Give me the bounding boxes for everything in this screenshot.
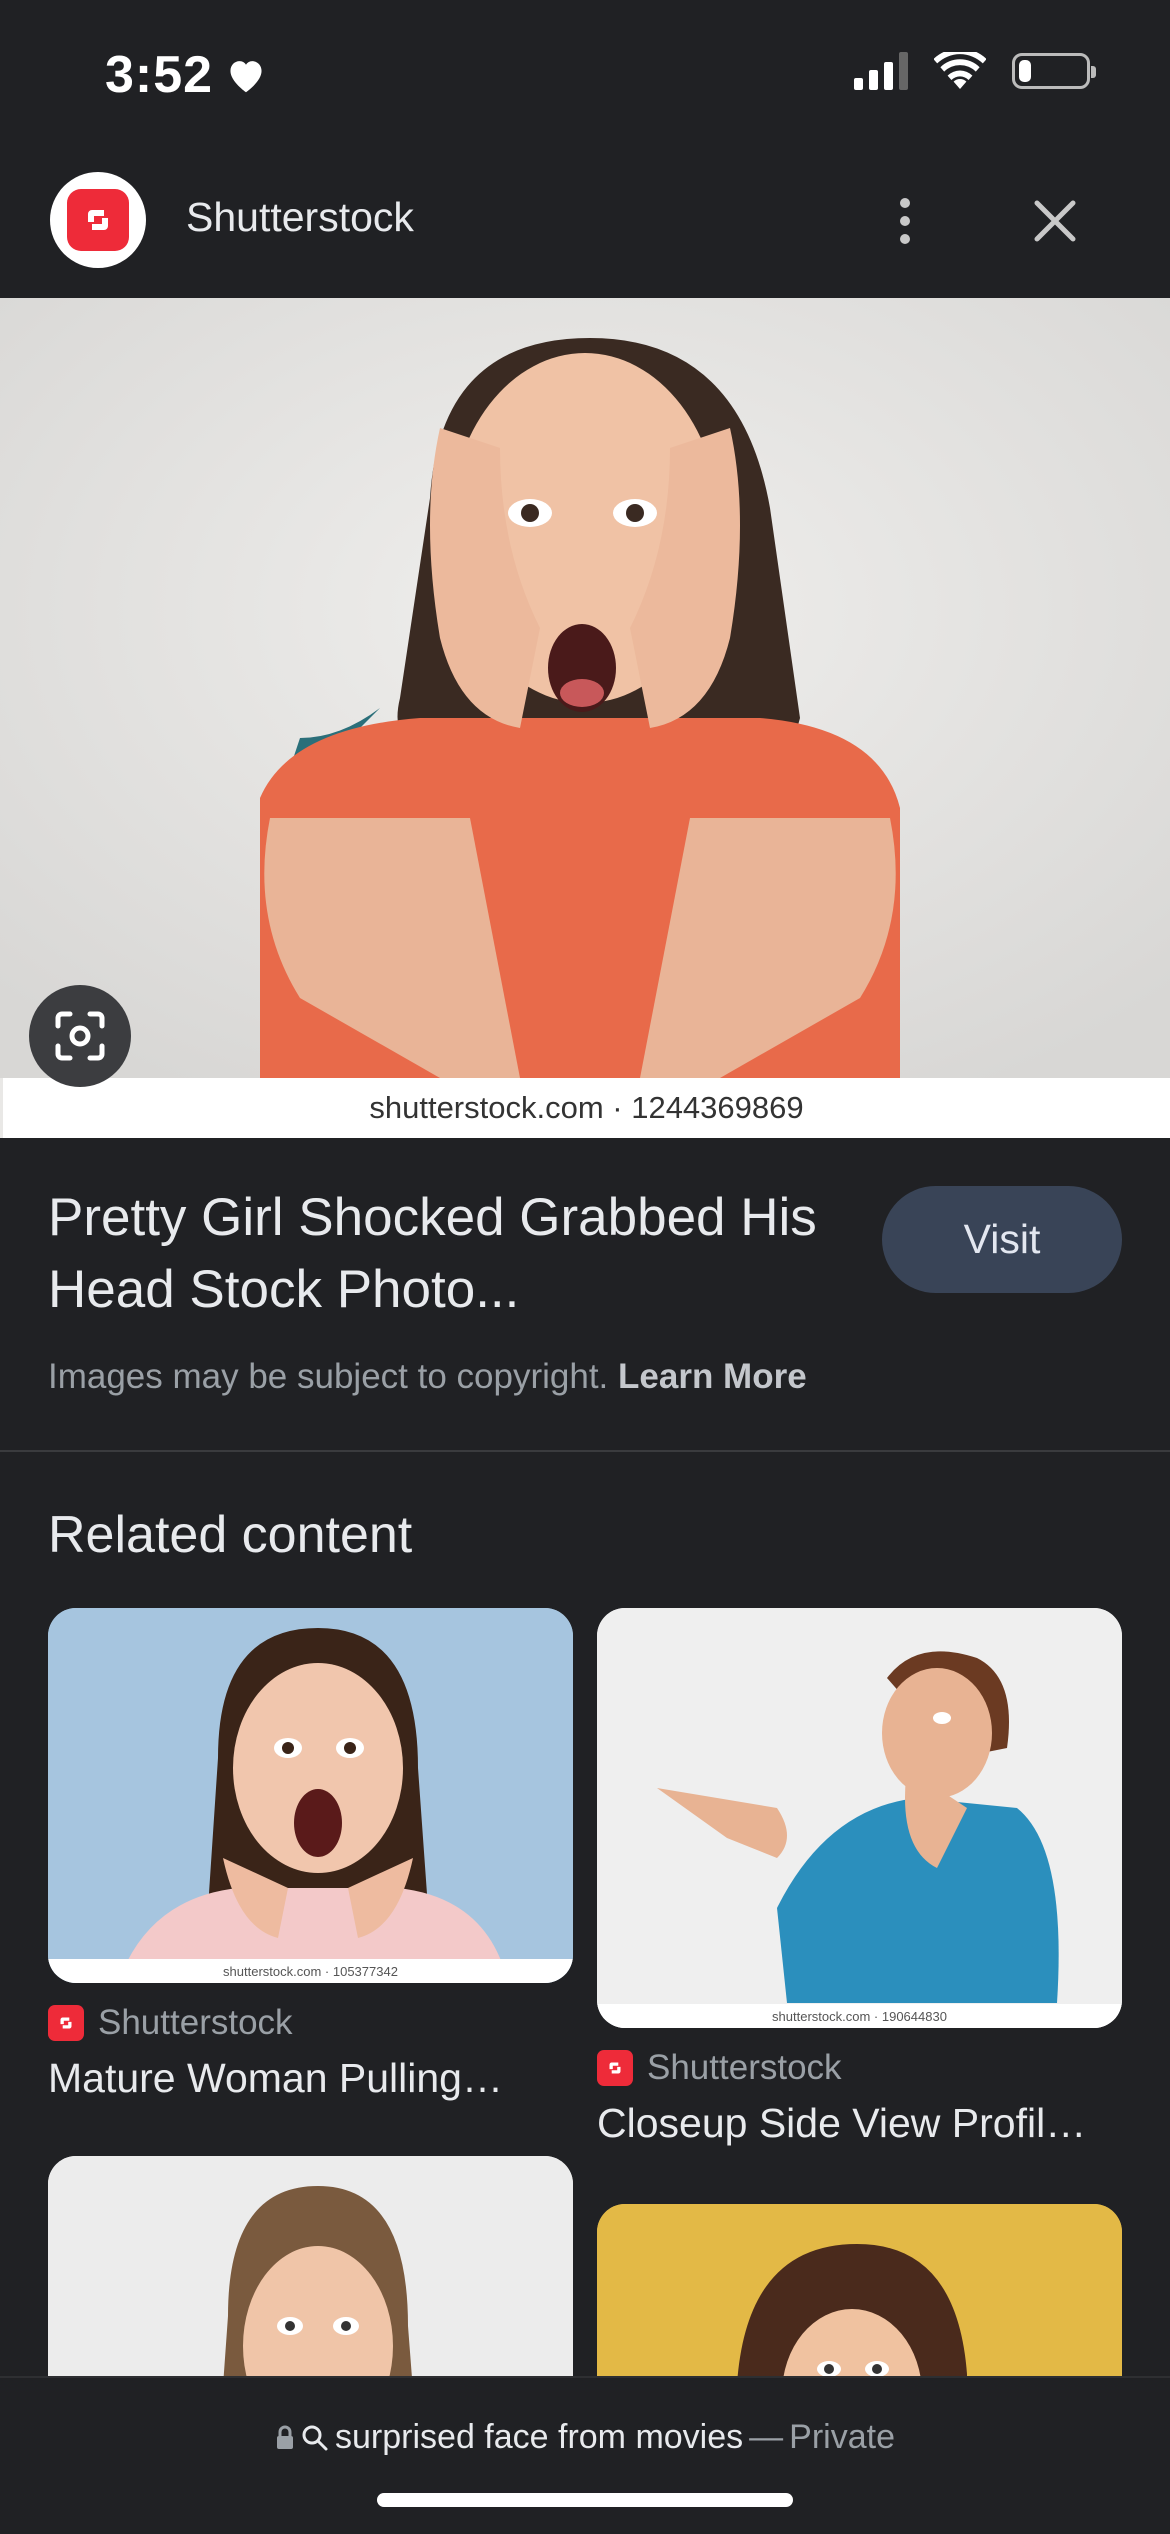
bottom-address-bar[interactable]: surprised face from movies — Private [0,2376,1170,2534]
related-card[interactable]: shutterstock.com · 190644830 Shutterstoc… [597,1608,1122,2147]
search-query-bar[interactable]: surprised face from movies — Private [0,2418,1170,2457]
time-text: 3:52 [105,46,214,104]
shutterstock-mini-logo [48,2005,84,2041]
copyright-text: Images may be subject to copyright. [48,1357,609,1396]
separator: — [749,2418,784,2456]
close-button[interactable] [1010,176,1100,266]
related-source: Shutterstock [597,2048,1122,2088]
search-icon [302,2425,328,2450]
home-indicator[interactable] [377,2493,793,2507]
related-content-heading: Related content [48,1506,413,1564]
visit-button[interactable]: Visit [882,1186,1122,1293]
result-title[interactable]: Pretty Girl Shocked Grabbed His Head Sto… [48,1182,828,1326]
wifi-icon [934,52,986,89]
heart-icon [230,61,262,93]
status-icons [854,52,1096,90]
more-options-button[interactable] [870,176,940,266]
related-thumbnail[interactable]: shutterstock.com · 190644830 [597,1608,1122,2028]
related-source-name: Shutterstock [647,2048,842,2087]
site-name[interactable]: Shutterstock [186,194,414,241]
copyright-notice: Images may be subject to copyright. Lear… [48,1357,807,1397]
close-icon [1034,200,1076,242]
shutterstock-logo [50,172,146,268]
search-query-text: surprised face from movies [335,2418,744,2456]
related-watermark: shutterstock.com · 105377342 [48,1959,573,1983]
related-card[interactable]: shutterstock.com · 105377342 Shutterstoc… [48,1608,573,2102]
lock-icon [277,2425,294,2449]
status-bar: 3:52 [0,0,1170,150]
shutterstock-mini-logo [597,2050,633,2086]
viewer-header: Shutterstock [0,150,1170,298]
lens-search-button[interactable] [29,985,131,1087]
related-source: Shutterstock [48,2003,573,2043]
related-thumbnail[interactable]: shutterstock.com · 105377342 [48,1608,573,1983]
main-result-image[interactable]: shutterstock.com · 1244369869 [0,298,1170,1138]
more-vertical-icon [900,198,910,208]
battery-icon [1012,53,1096,89]
google-lens-icon [55,1011,105,1061]
private-label: Private [789,2418,895,2456]
related-title[interactable]: Closeup Side View Profil… [597,2100,1122,2147]
image-watermark: shutterstock.com · 1244369869 [3,1078,1170,1138]
cellular-signal-icon [854,52,908,90]
status-time: 3:52 [105,45,267,105]
shocked-woman-photo [0,298,1170,1078]
learn-more-link[interactable]: Learn More [618,1357,807,1396]
related-source-name: Shutterstock [98,2003,293,2042]
related-watermark: shutterstock.com · 190644830 [597,2004,1122,2028]
section-divider [0,1450,1170,1452]
related-title[interactable]: Mature Woman Pulling… [48,2055,573,2102]
